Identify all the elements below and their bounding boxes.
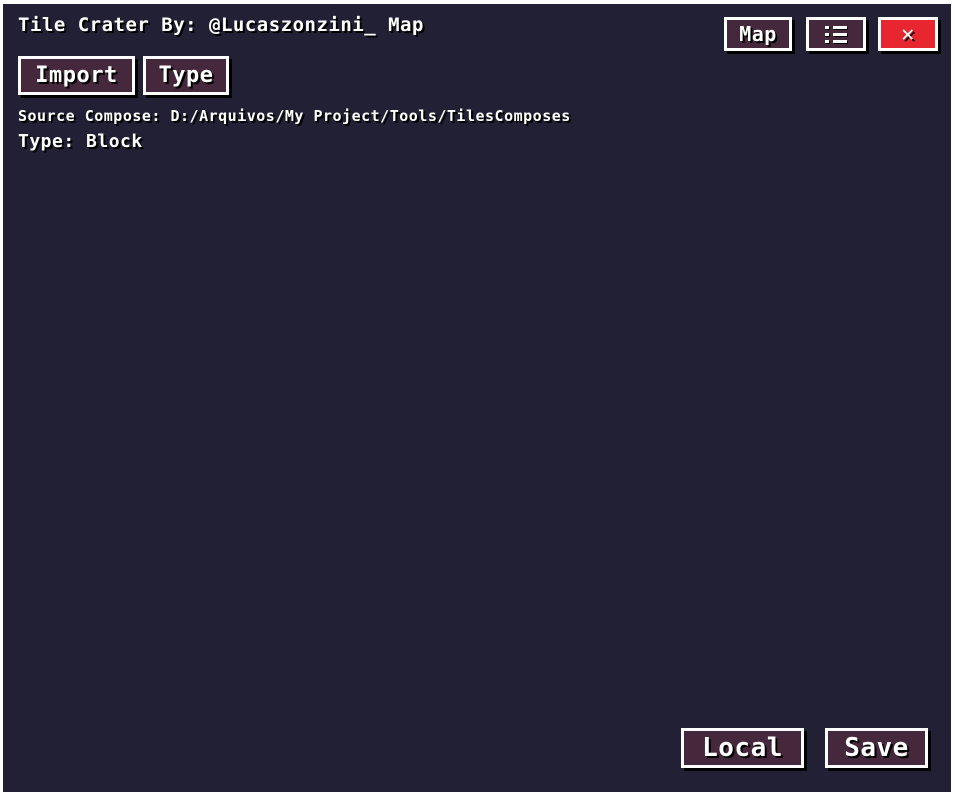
- import-button[interactable]: Import: [18, 56, 135, 95]
- current-type-label: Type: Block: [18, 131, 143, 152]
- save-button[interactable]: Save: [825, 728, 928, 768]
- menu-button[interactable]: [806, 17, 866, 51]
- map-button[interactable]: Map: [724, 17, 792, 51]
- window-title: Tile Crater By: @Lucaszonzini_ Map: [18, 14, 424, 36]
- type-button[interactable]: Type: [143, 56, 229, 95]
- local-button[interactable]: Local: [681, 728, 804, 768]
- menu-icon: [823, 24, 849, 44]
- source-compose-path: Source Compose: D:/Arquivos/My Project/T…: [18, 107, 571, 125]
- close-button[interactable]: ✕: [878, 17, 938, 51]
- close-icon: ✕: [901, 21, 915, 47]
- app-window: Tile Crater By: @Lucaszonzini_ Map Map ✕…: [3, 4, 951, 792]
